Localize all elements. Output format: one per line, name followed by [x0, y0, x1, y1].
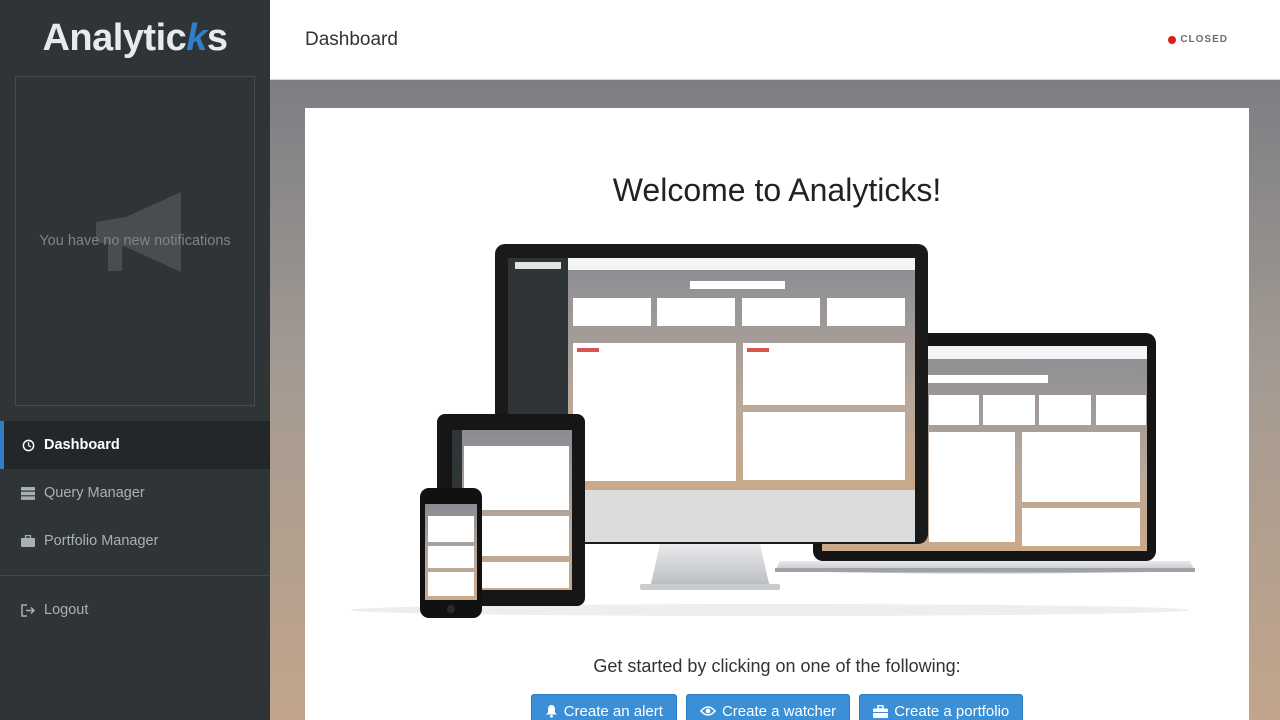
status-text: CLOSED	[1180, 34, 1228, 45]
market-status-badge: CLOSED	[1168, 34, 1228, 45]
logout-icon	[20, 602, 36, 618]
page-title: Dashboard	[305, 29, 398, 50]
create-watcher-label: Create a watcher	[721, 702, 837, 720]
sidebar-item-label: Portfolio Manager	[44, 533, 159, 549]
create-watcher-button[interactable]: Create a watcher	[685, 694, 851, 720]
sidebar-item-label: Dashboard	[44, 437, 120, 453]
bell-icon	[545, 704, 558, 718]
phone-device	[420, 488, 482, 618]
sidebar-item-portfolio-manager[interactable]: Portfolio Manager	[0, 517, 270, 565]
main-content: Welcome to Analyticks! Get started by cl…	[270, 80, 1280, 720]
server-icon	[20, 485, 36, 501]
nav-divider	[0, 575, 270, 576]
brand-accent: k	[186, 16, 207, 59]
brand-tail: s	[206, 16, 228, 59]
briefcase-icon	[873, 704, 889, 718]
get-started-text: Get started by clicking on one of the fo…	[593, 656, 961, 676]
sidebar-item-logout[interactable]: Logout	[0, 586, 270, 634]
briefcase-icon	[20, 533, 36, 549]
sidebar-item-label: Logout	[44, 602, 89, 618]
brand-name: Analytic	[42, 16, 187, 59]
create-portfolio-button[interactable]: Create a portfolio	[859, 694, 1024, 720]
sidebar-nav: Dashboard Query Manager Portfolio Manage…	[0, 421, 270, 634]
create-portfolio-label: Create a portfolio	[894, 702, 1010, 720]
action-buttons: Create an alert Create a watcher Create …	[305, 694, 1249, 720]
top-header: Dashboard CLOSED	[270, 0, 1280, 80]
eye-icon	[699, 705, 716, 717]
megaphone-icon	[96, 192, 181, 272]
notifications-empty-text: You have no new notifications	[39, 233, 231, 249]
sidebar-item-dashboard[interactable]: Dashboard	[0, 421, 270, 469]
create-alert-label: Create an alert	[563, 702, 663, 720]
dashboard-icon	[20, 437, 36, 453]
devices-illustration	[350, 244, 1195, 618]
sidebar-item-label: Query Manager	[44, 485, 145, 501]
notifications-panel: You have no new notifications	[15, 76, 255, 406]
status-dot-icon	[1168, 35, 1177, 44]
sidebar: Analyticks You have no new notifications…	[0, 0, 270, 720]
create-alert-button[interactable]: Create an alert	[530, 694, 677, 720]
sidebar-item-query-manager[interactable]: Query Manager	[0, 469, 270, 517]
welcome-heading: Welcome to Analyticks!	[612, 172, 942, 208]
brand-logo[interactable]: Analyticks	[0, 0, 270, 76]
welcome-card: Welcome to Analyticks! Get started by cl…	[305, 108, 1249, 720]
